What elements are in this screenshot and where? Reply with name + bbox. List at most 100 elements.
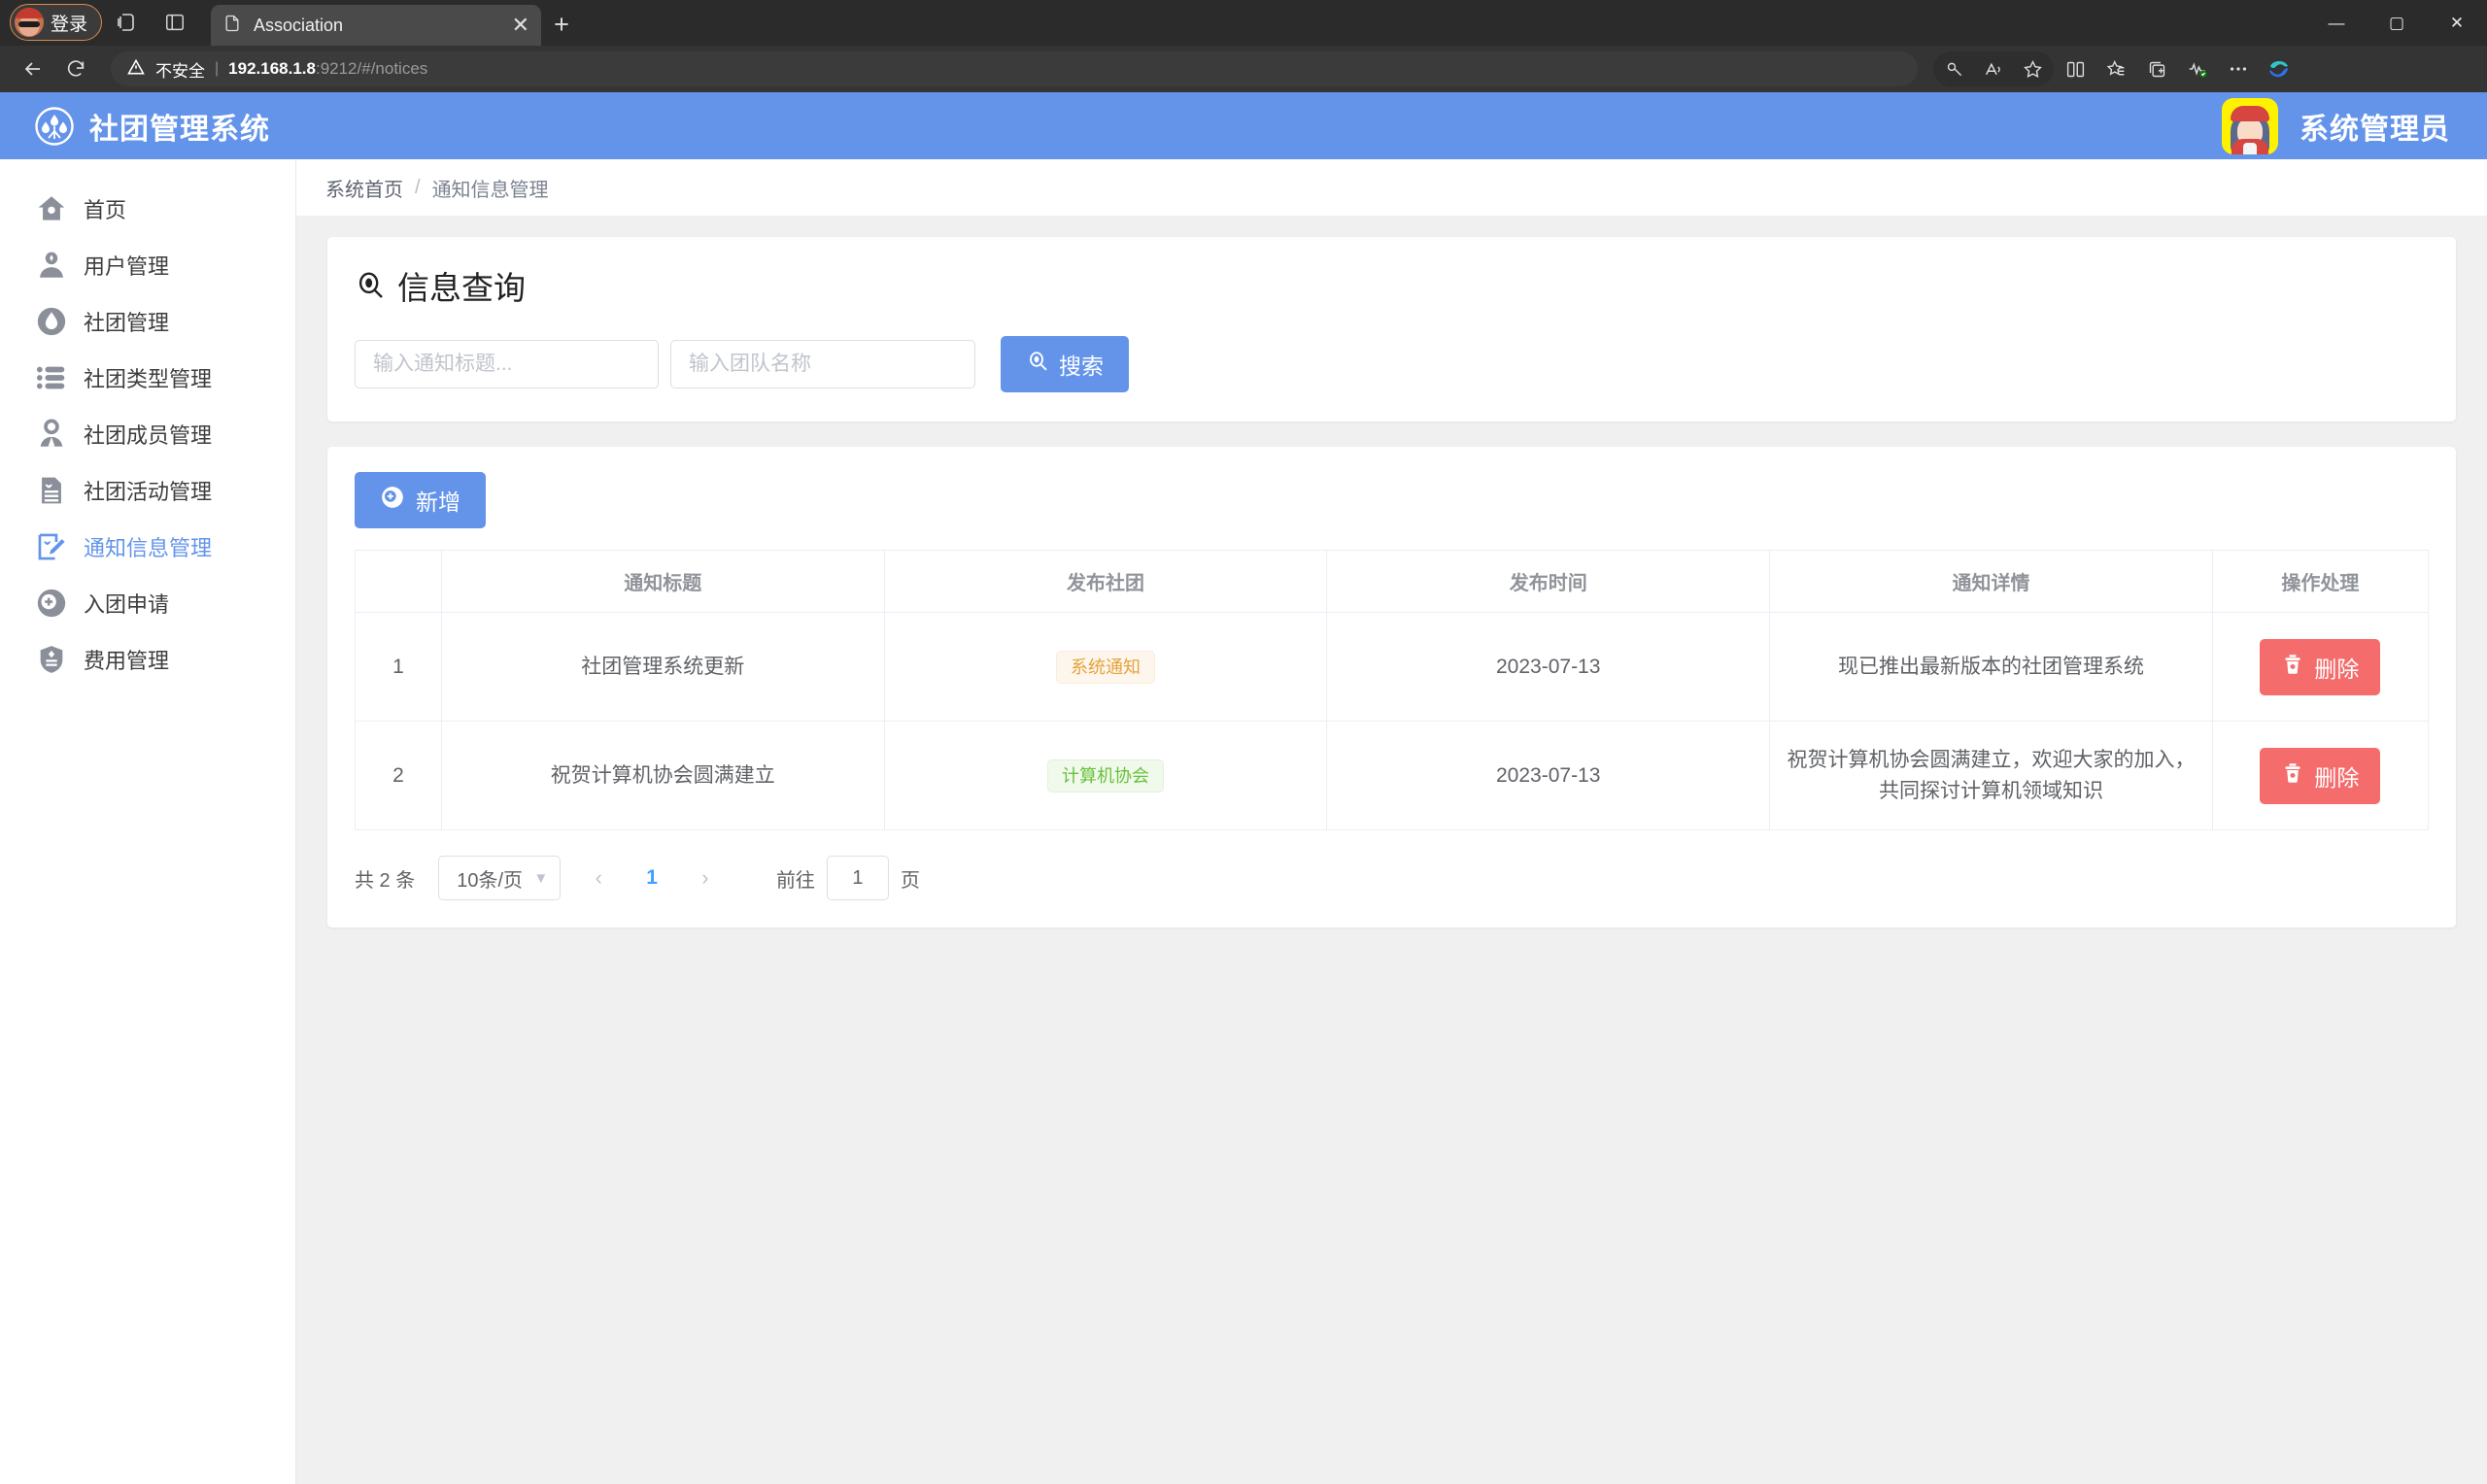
- cell-time: 2023-07-13: [1326, 612, 1770, 722]
- sidebar-item-label: 用户管理: [84, 254, 170, 279]
- close-icon[interactable]: ✕: [512, 15, 529, 36]
- profile-button[interactable]: 登录: [10, 4, 103, 41]
- split-screen-icon[interactable]: [2056, 51, 2095, 86]
- profile-avatar-icon: [15, 8, 44, 37]
- cell-index: 1: [355, 612, 442, 722]
- sidebar-item-fee-management[interactable]: 费用管理: [0, 631, 295, 688]
- page-number-1[interactable]: 1: [636, 866, 667, 890]
- table-body: 1 社团管理系统更新 系统通知 2023-07-13 现已推出最新版本的社团管理…: [355, 612, 2430, 830]
- sidebar-item-label: 首页: [84, 198, 127, 222]
- maximize-button[interactable]: ▢: [2367, 0, 2427, 46]
- key-icon[interactable]: [1935, 51, 1974, 86]
- page-jump-prefix: 前往: [775, 869, 815, 892]
- url-text: 192.168.1.8:9212/#/notices: [228, 59, 427, 79]
- breadcrumb: 系统首页 / 通知信息管理: [296, 159, 2487, 216]
- browser-tabstrip: 登录 Association ✕ + — ▢ ✕: [0, 0, 2487, 46]
- sidebar-item-notice-management[interactable]: 通知信息管理: [0, 519, 295, 575]
- page-size-select[interactable]: 10条/页 ▼: [438, 856, 562, 900]
- table-row: 2 祝贺计算机协会圆满建立 计算机协会 2023-07-13 祝贺计算机协会圆满…: [355, 721, 2430, 830]
- sidebar-item-join-application[interactable]: 入团申请: [0, 575, 295, 631]
- prev-page-button[interactable]: ‹: [578, 858, 619, 898]
- sidebar: 首页 用户管理 社团管理 社团类型管理 社团成员管理 社团活动管理 通知信息管理…: [0, 159, 296, 1484]
- sidebar-item-label: 入团申请: [84, 592, 170, 617]
- notice-title-input[interactable]: [355, 340, 659, 388]
- trash-icon: [2281, 761, 2304, 791]
- pagination-total: 共 2 条: [355, 869, 416, 892]
- more-options-icon[interactable]: [2219, 51, 2258, 86]
- sidebar-item-user-management[interactable]: 用户管理: [0, 237, 295, 293]
- cell-actions: 删除: [2211, 612, 2430, 722]
- association-logo-icon: [35, 106, 74, 146]
- delete-button[interactable]: 删除: [2260, 747, 2381, 804]
- notice-table-panel: 新增 通知标题 发布社团 发布时间 通知详情 操作处理 1 社团管理系统更新 系…: [327, 447, 2456, 928]
- breadcrumb-current: 通知信息管理: [431, 179, 549, 201]
- search-icon: [1026, 350, 1049, 379]
- search-button-label: 搜索: [1059, 354, 1104, 379]
- plus-circle-icon: [35, 587, 68, 620]
- column-header-index: [355, 550, 442, 613]
- sidebar-item-association-management[interactable]: 社团管理: [0, 293, 295, 350]
- url-path: :9212/#/notices: [315, 59, 428, 78]
- column-header-title: 通知标题: [440, 550, 885, 613]
- table-header-row: 通知标题 发布社团 发布时间 通知详情 操作处理: [355, 550, 2430, 613]
- add-button[interactable]: 新增: [355, 472, 486, 528]
- sidebar-item-association-member-management[interactable]: 社团成员管理: [0, 406, 295, 462]
- chevron-down-icon: ▼: [533, 869, 549, 887]
- list-icon: [35, 361, 68, 394]
- admin-area[interactable]: 系统管理员: [2222, 97, 2450, 154]
- cell-title: 祝贺计算机协会圆满建立: [440, 721, 885, 830]
- next-page-button[interactable]: ›: [685, 858, 726, 898]
- team-name-input[interactable]: [670, 340, 975, 388]
- page-jump-input[interactable]: [826, 856, 889, 900]
- query-panel-title: 信息查询: [355, 262, 2429, 309]
- profile-label: 登录: [51, 14, 88, 35]
- breadcrumb-home[interactable]: 系统首页: [325, 174, 403, 202]
- sidebar-item-label: 社团成员管理: [84, 423, 213, 448]
- security-label: 不安全: [155, 61, 205, 81]
- new-tab-button[interactable]: +: [541, 6, 582, 43]
- browser-tab[interactable]: Association ✕: [211, 5, 542, 46]
- divider: |: [215, 60, 220, 77]
- sidebar-item-label: 社团活动管理: [84, 480, 213, 504]
- window-close-button[interactable]: ✕: [2427, 0, 2487, 46]
- status-badge: 计算机协会: [1046, 759, 1164, 793]
- url-host: 192.168.1.8: [228, 59, 316, 78]
- drop-icon: [35, 305, 68, 338]
- sidebar-item-association-activity-management[interactable]: 社团活动管理: [0, 462, 295, 519]
- app-header: 社团管理系统 系统管理员: [0, 92, 2487, 159]
- address-bar[interactable]: 不安全 | 192.168.1.8:9212/#/notices: [111, 51, 1918, 86]
- search-icon: [355, 270, 386, 301]
- cell-index: 2: [355, 721, 442, 830]
- performance-icon[interactable]: [2178, 51, 2217, 86]
- delete-button-label: 删除: [2314, 764, 2360, 791]
- minimize-button[interactable]: —: [2306, 0, 2367, 46]
- search-button[interactable]: 搜索: [1001, 336, 1129, 392]
- back-arrow-icon[interactable]: [14, 51, 52, 86]
- cell-detail: 祝贺计算机协会圆满建立，欢迎大家的加入，共同探讨计算机领域知识: [1769, 721, 2213, 830]
- workspaces-icon[interactable]: [105, 4, 148, 41]
- status-badge: 系统通知: [1055, 650, 1155, 684]
- sidebar-item-label: 社团管理: [84, 311, 170, 335]
- collections-icon[interactable]: [2096, 51, 2135, 86]
- browser-window: 登录 Association ✕ + — ▢ ✕ 不安全 | 192.168.1…: [0, 0, 2487, 1484]
- browser-toolbar: 不安全 | 192.168.1.8:9212/#/notices: [0, 46, 2487, 92]
- column-header-time: 发布时间: [1326, 550, 1770, 613]
- read-aloud-icon[interactable]: [1974, 51, 2013, 86]
- page-jump: 前往 页: [776, 856, 920, 900]
- copilot-icon[interactable]: [2260, 51, 2299, 86]
- sidebar-item-home[interactable]: 首页: [0, 181, 295, 237]
- page-size-value: 10条/页: [457, 869, 524, 892]
- split-panel-icon[interactable]: [153, 4, 196, 41]
- cell-detail: 现已推出最新版本的社团管理系统: [1769, 612, 2213, 722]
- delete-button[interactable]: 删除: [2260, 638, 2381, 695]
- app-body: 首页 用户管理 社团管理 社团类型管理 社团成员管理 社团活动管理 通知信息管理…: [0, 159, 2487, 1484]
- reload-icon[interactable]: [56, 51, 95, 86]
- star-icon[interactable]: [2013, 51, 2052, 86]
- sidebar-item-association-type-management[interactable]: 社团类型管理: [0, 350, 295, 406]
- notice-table: 通知标题 发布社团 发布时间 通知详情 操作处理 1 社团管理系统更新 系统通知…: [355, 550, 2430, 830]
- omnibox-action-group: [1933, 51, 2054, 86]
- query-panel-heading: 信息查询: [397, 270, 526, 306]
- add-tabs-icon[interactable]: [2137, 51, 2176, 86]
- toolbar-actions: [1933, 51, 2299, 86]
- member-icon: [35, 418, 68, 451]
